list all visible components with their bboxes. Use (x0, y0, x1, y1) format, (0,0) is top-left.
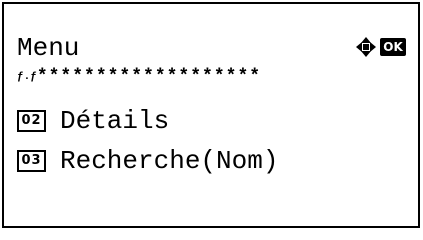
four-way-arrows-icon (356, 37, 376, 57)
menu-item-label: Détails (60, 106, 170, 136)
lcd-panel: Menu OK ƒ.ƒ******************* 02 Détail… (2, 2, 420, 228)
item-number-badge: 02 (17, 110, 46, 132)
menu-item-details[interactable]: 02 Détails (17, 108, 169, 134)
menu-item-label: Recherche(Nom) (60, 146, 279, 176)
menu-item-search-name[interactable]: 03 Recherche(Nom) (17, 148, 278, 174)
navigation-hint: OK (355, 36, 406, 58)
entry-progress: ƒ.ƒ (17, 71, 37, 83)
entry-indicator: ƒ.ƒ******************* (17, 68, 261, 86)
item-number-badge: 03 (17, 150, 46, 172)
entry-stars: ******************* (36, 67, 262, 87)
ok-icon: OK (380, 38, 406, 56)
menu-title: Menu (17, 33, 80, 63)
